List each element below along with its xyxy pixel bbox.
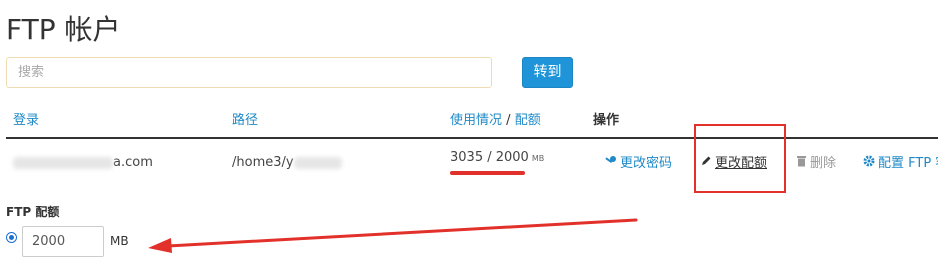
annotation-arrow [148,218,638,253]
